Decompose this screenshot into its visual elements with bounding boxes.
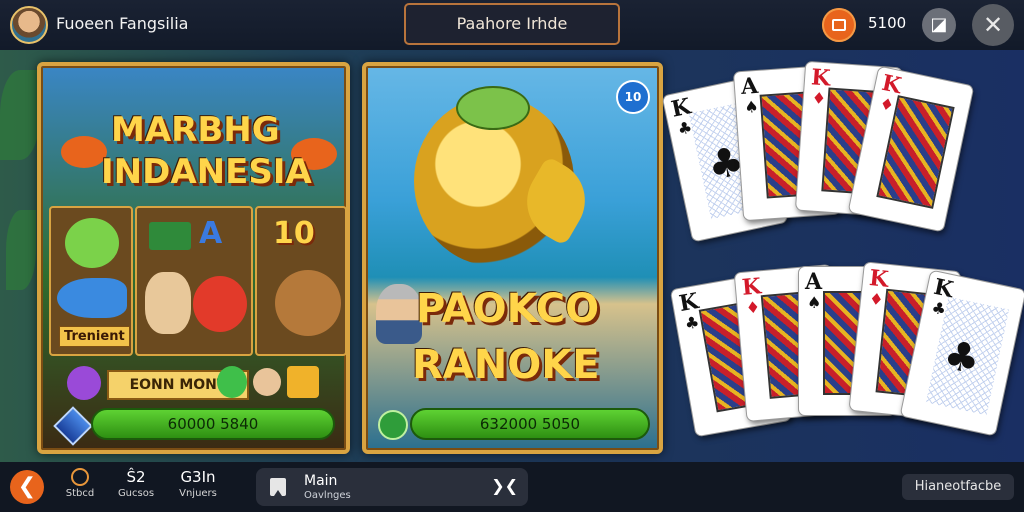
app-title: Fuoeen Fangsilia (56, 14, 189, 33)
gold-triangle-icon (287, 366, 319, 398)
coin-count: 5100 (868, 14, 907, 32)
game-title-line2: RANOKE (412, 342, 600, 388)
card-rank: A (740, 72, 759, 101)
shop-icon[interactable]: ◪ (922, 8, 956, 42)
back-arrow-icon[interactable]: ❮ (10, 470, 44, 504)
nav-item-vnjuers[interactable]: G3In Vnjuers (176, 468, 220, 499)
emerald-icon (217, 366, 247, 398)
game-lobby: MARBHG INDANESIA Trenient A 10 EONN MONT… (0, 50, 1024, 462)
card-suit-icon: ♠ (743, 96, 760, 117)
nav-item-stbcd[interactable]: Stbcd (58, 468, 102, 499)
level-badge: 10 (616, 80, 650, 114)
nav-item-gucsos[interactable]: Ŝ2 Gucsos (114, 468, 158, 499)
nav-label: Stbcd (65, 488, 95, 499)
money-stack-icon (149, 222, 191, 250)
green-monster-icon (65, 218, 119, 268)
blue-fish-icon (57, 278, 127, 318)
swap-arrows-icon[interactable]: ❯❮ (491, 476, 518, 495)
card-suit-icon: ♠ (807, 293, 822, 312)
ring-icon (71, 468, 89, 486)
palm-leaf-decoration (0, 70, 40, 160)
tile-a-symbol: A (199, 216, 223, 251)
tile-label: Trenient (59, 326, 130, 347)
nav-label: Gucsos (117, 488, 155, 499)
main-title: Main (304, 473, 338, 489)
avatar[interactable] (10, 6, 48, 44)
close-icon[interactable]: ✕ (972, 4, 1014, 46)
game-title-line1: MARBHG (111, 110, 280, 150)
game-card-marbhg-indanesia[interactable]: MARBHG INDANESIA Trenient A 10 EONN MONT… (37, 62, 350, 454)
main-menu-button[interactable]: Main Oavlnges ❯❮ (256, 468, 528, 506)
top-bar: Fuoeen Fangsilia Paahore Irhde 5100 ◪ ✕ (0, 0, 1024, 50)
red-ball-icon (193, 276, 247, 332)
cowboy-dog-icon (145, 272, 191, 334)
purple-gem-icon (67, 366, 101, 400)
game-card-paokco-ranoke[interactable]: 10 PAOKCO RANOKE 632000 5050 (362, 62, 663, 454)
bottom-bar: ❮ Stbcd Ŝ2 Gucsos G3In Vnjuers Main Oavl… (0, 462, 1024, 512)
score-bar: 632000 5050 (410, 408, 650, 440)
right-action-button[interactable]: Hianeotfacbe (902, 474, 1014, 500)
tile-10-symbol: 10 (273, 216, 315, 251)
coin-icon[interactable] (822, 8, 856, 42)
game-title-line1: PAOKCO (416, 286, 600, 332)
nav-glyph: Ŝ2 (126, 468, 146, 486)
game-title-line2: INDANESIA (101, 152, 312, 192)
palm-leaf-decoration (6, 210, 36, 290)
nav-glyph: G3In (180, 468, 216, 486)
card-suit-icon: ♦ (744, 297, 761, 318)
card-suit-icon: ♦ (811, 88, 827, 109)
raccoon-icon (275, 270, 341, 336)
diamond-icon (53, 406, 93, 446)
leaf-icon (378, 410, 408, 440)
nav-label: Vnjuers (179, 488, 217, 499)
card-rank: A (805, 269, 823, 295)
symbol-tile: Trenient (49, 206, 133, 356)
card-suit-icon: ♦ (868, 289, 885, 310)
symbol-tile: 10 (255, 206, 346, 356)
main-subtitle: Oavlnges (304, 490, 351, 501)
symbol-tile: A (135, 206, 253, 356)
kid-face-icon (253, 368, 281, 396)
score-bar: 60000 5840 (91, 408, 335, 440)
card-suit-icon: ♣ (683, 312, 701, 334)
bookmark-icon (270, 478, 286, 496)
fish-head-decoration (456, 86, 530, 130)
search-bar[interactable]: Paahore Irhde (404, 3, 620, 45)
